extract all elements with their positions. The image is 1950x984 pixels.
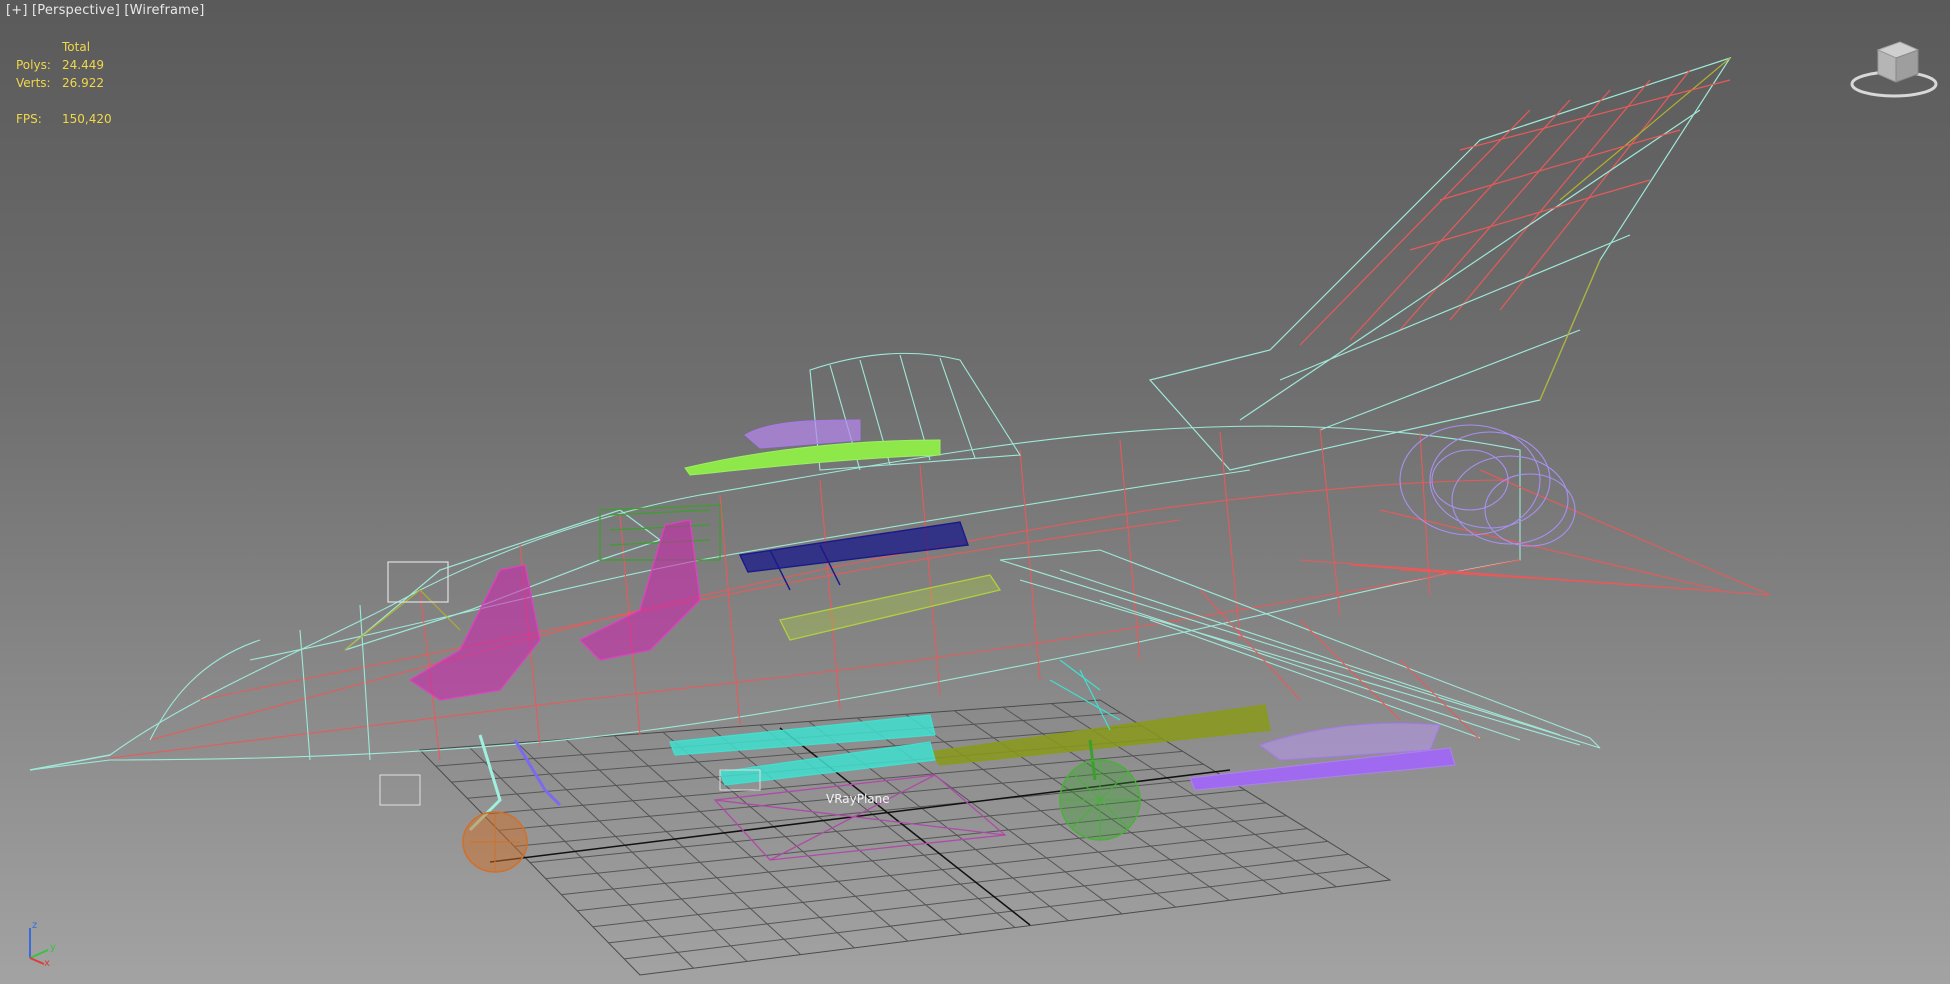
ejection-seats bbox=[408, 519, 701, 701]
nose-probe bbox=[29, 754, 111, 771]
ground-grid bbox=[418, 699, 1392, 976]
grid-line bbox=[608, 853, 1349, 944]
grid-line bbox=[545, 802, 1266, 880]
main-gear bbox=[1059, 739, 1141, 841]
lower-weapons bbox=[669, 659, 1121, 786]
horizontal-stabilizer bbox=[1299, 469, 1771, 596]
grid-line bbox=[577, 828, 1308, 912]
grid-line bbox=[624, 866, 1370, 960]
vray-plane-helper bbox=[713, 774, 1007, 861]
axis-z-label: z bbox=[32, 920, 37, 931]
perspective-viewport[interactable]: [+] [Perspective] [Wireframe] Total Poly… bbox=[0, 0, 1950, 984]
axis-x-label: x bbox=[44, 958, 50, 968]
viewcube-icon[interactable] bbox=[1844, 36, 1940, 102]
wireframe-scene bbox=[29, 56, 1771, 976]
axis-tripod-icon: z y x bbox=[29, 920, 56, 968]
grid-line bbox=[561, 815, 1287, 896]
vray-plane-label: VRayPlane bbox=[826, 792, 890, 806]
main-wing bbox=[999, 549, 1601, 749]
grid-line bbox=[592, 840, 1328, 928]
axis-y-label: y bbox=[50, 942, 56, 953]
avionics-boxes bbox=[379, 769, 761, 806]
upper-missile bbox=[684, 419, 941, 476]
fuselage bbox=[29, 425, 1521, 771]
tail-fin bbox=[1148, 56, 1732, 471]
